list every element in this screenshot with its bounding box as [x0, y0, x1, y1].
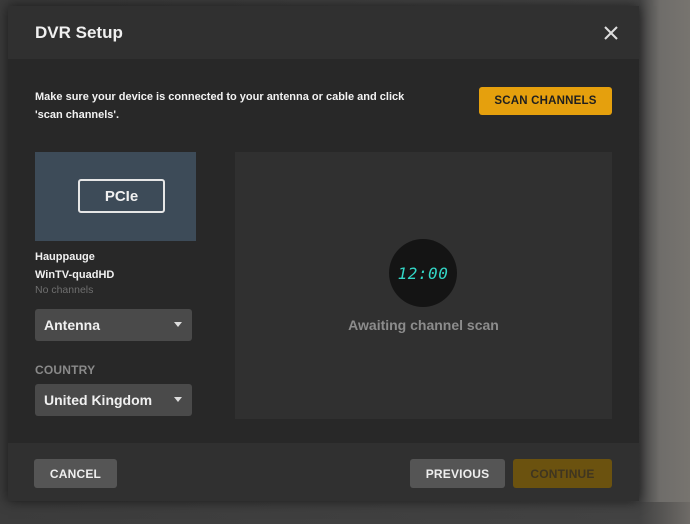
dialog-header: DVR Setup — [8, 6, 639, 59]
dialog-title: DVR Setup — [35, 23, 123, 42]
source-select[interactable]: Antenna — [35, 309, 192, 341]
device-type-badge: PCIe — [78, 179, 165, 213]
dialog-footer: CANCEL PREVIOUS CONTINUE — [8, 443, 639, 501]
source-select-value: Antenna — [44, 317, 100, 333]
country-label: COUNTRY — [35, 363, 96, 377]
device-card[interactable]: PCIe — [35, 152, 196, 241]
dvr-setup-dialog: DVR Setup Make sure your device is conne… — [8, 6, 639, 501]
chevron-down-icon — [174, 397, 182, 402]
country-select[interactable]: United Kingdom — [35, 384, 192, 416]
instructions-line-1: Make sure your device is connected to yo… — [35, 91, 405, 103]
instructions-text: Make sure your device is connected to yo… — [35, 88, 425, 124]
channel-scan-panel: 12:00 Awaiting channel scan — [235, 152, 612, 419]
device-name-line-1: Hauppauge — [35, 251, 95, 263]
device-name: Hauppauge WinTV-quadHD — [35, 248, 215, 284]
instructions-line-2: 'scan channels'. — [35, 109, 120, 121]
scan-channels-button[interactable]: SCAN CHANNELS — [479, 87, 612, 115]
clock-time: 12:00 — [397, 263, 449, 283]
device-name-line-2: WinTV-quadHD — [35, 269, 115, 281]
scan-status-text: Awaiting channel scan — [348, 317, 499, 333]
previous-button[interactable]: PREVIOUS — [410, 459, 505, 488]
continue-button[interactable]: CONTINUE — [513, 459, 612, 488]
close-button[interactable] — [601, 23, 621, 43]
chevron-down-icon — [174, 322, 182, 327]
backdrop — [0, 0, 8, 524]
device-channel-status: No channels — [35, 284, 94, 296]
country-select-value: United Kingdom — [44, 392, 153, 408]
backdrop-bottom — [0, 502, 690, 524]
cancel-button[interactable]: CANCEL — [34, 459, 117, 488]
clock-icon: 12:00 — [389, 239, 457, 307]
close-icon — [604, 26, 618, 40]
